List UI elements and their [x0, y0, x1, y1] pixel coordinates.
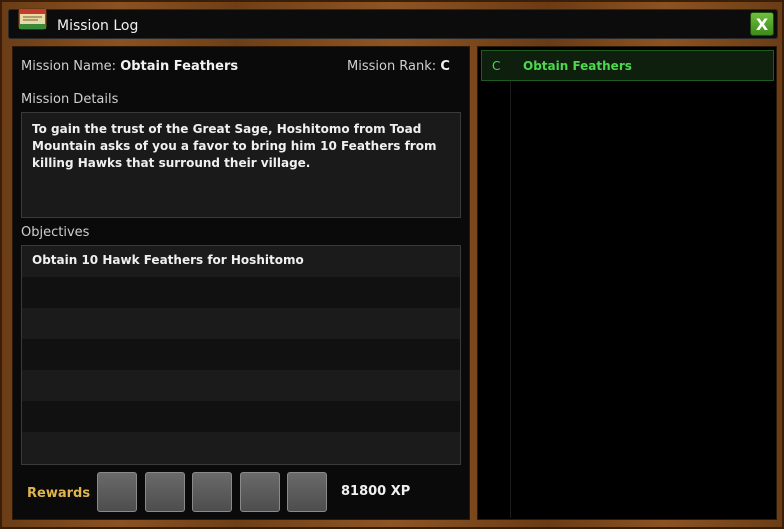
reward-slot[interactable]: [287, 472, 327, 512]
rewards-label: Rewards: [27, 486, 91, 501]
mission-details-text: To gain the trust of the Great Sage, Hos…: [32, 122, 437, 170]
close-button[interactable]: X: [750, 12, 774, 36]
mission-name-value: Obtain Feathers: [120, 59, 239, 74]
title-bar: Mission Log: [8, 9, 778, 39]
list-column-divider: [510, 50, 511, 518]
scroll-log-icon: [18, 8, 47, 30]
objective-row: [22, 401, 460, 432]
mission-rank-value: C: [440, 59, 450, 74]
close-icon: X: [755, 15, 769, 34]
mission-list-panel: [477, 46, 777, 520]
mission-rank-label: Mission Rank:: [347, 59, 437, 74]
objective-row: [22, 277, 460, 308]
mission-name-row: Mission Name: Obtain Feathers: [21, 59, 238, 74]
reward-xp: 81800 XP: [341, 484, 411, 499]
mission-details-box: To gain the trust of the Great Sage, Hos…: [21, 112, 461, 218]
mission-list-item[interactable]: C Obtain Feathers: [481, 50, 774, 81]
mission-details-heading: Mission Details: [21, 92, 119, 107]
objective-row: [22, 370, 460, 401]
objective-row: [22, 339, 460, 370]
objective-row: Obtain 10 Hawk Feathers for Hoshitomo: [22, 246, 460, 277]
window-title: Mission Log: [57, 18, 139, 34]
mission-list-rank: C: [492, 59, 501, 73]
objectives-heading: Objectives: [21, 225, 90, 240]
objectives-list: Obtain 10 Hawk Feathers for Hoshitomo: [21, 245, 461, 465]
mission-name-label: Mission Name:: [21, 59, 117, 74]
reward-slot[interactable]: [240, 472, 280, 512]
mission-rank-row: Mission Rank: C: [347, 59, 450, 74]
objective-row: [22, 432, 460, 463]
mission-log-window: Mission Log X Mission Name: Obtain Feath…: [0, 0, 784, 529]
mission-list-name: Obtain Feathers: [523, 59, 632, 73]
objective-row: [22, 308, 460, 339]
reward-slot[interactable]: [97, 472, 137, 512]
reward-slot[interactable]: [192, 472, 232, 512]
reward-slot[interactable]: [145, 472, 185, 512]
